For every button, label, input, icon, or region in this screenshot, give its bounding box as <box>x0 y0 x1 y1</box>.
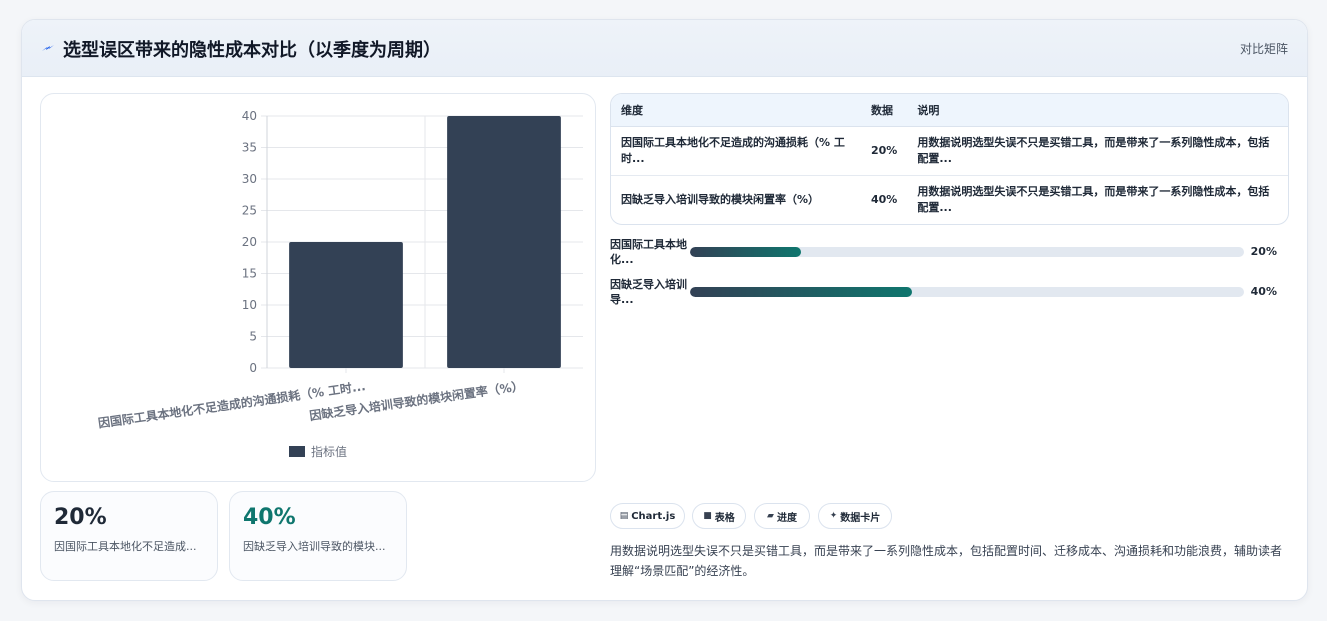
cell-dimension: 因国际工具本地化不足造成的沟通损耗（% 工时... <box>611 126 861 176</box>
view-mode-label[interactable]: 对比矩阵 <box>1240 40 1288 57</box>
y-tick-label: 30 <box>242 172 257 186</box>
y-tick-label: 5 <box>249 330 257 344</box>
cell-dimension: 因缺乏导入培训导致的模块闲置率（%） <box>621 193 820 206</box>
progress-row: 因国际工具本地化... 20% <box>610 237 1287 267</box>
sparkle-icon <box>42 45 54 51</box>
chip-chartjs[interactable]: ▤ Chart.js <box>610 503 685 529</box>
chip-label: 数据卡片 <box>840 512 881 524</box>
progress-label: 因国际工具本地化... <box>610 238 687 266</box>
chip-label: Chart.js <box>631 510 676 522</box>
stat-value: 20% <box>54 505 107 530</box>
progress-fill <box>690 287 912 297</box>
bar <box>447 116 561 368</box>
sparkle-icon: ✦ <box>829 511 838 521</box>
table-row: 因国际工具本地化不足造成的沟通损耗（% 工时... 20% 用数据说明选型失误不… <box>611 126 1288 176</box>
y-tick-label: 40 <box>242 109 257 123</box>
y-tick-label: 10 <box>242 298 257 312</box>
legend-swatch <box>289 446 305 457</box>
progress-track <box>690 247 1244 257</box>
data-table: 维度 数据 说明 因国际工具本地化不足造成的沟通损耗（% 工时... 20% 用… <box>610 93 1289 225</box>
y-tick-label: 15 <box>242 267 257 281</box>
stat-label: 因国际工具本地化不足造成... <box>54 540 197 553</box>
progress-fill <box>690 247 801 257</box>
cell-note: 用数据说明选型失误不只是买错工具，而是带来了一系列隐性成本，包括配置... <box>907 126 1288 176</box>
y-tick-label: 35 <box>242 141 257 155</box>
cell-data: 40% <box>871 193 898 206</box>
stat-label: 因缺乏导入培训导致的模块... <box>243 540 386 553</box>
column-header-dimension: 维度 <box>611 94 861 127</box>
table-icon: ■ <box>703 511 712 521</box>
progress-percent: 40% <box>1250 285 1277 298</box>
y-tick-label: 0 <box>249 361 257 375</box>
y-tick-label: 20 <box>242 235 257 249</box>
cell-note: 用数据说明选型失误不只是买错工具，而是带来了一系列隐性成本，包括配置... <box>917 185 1270 214</box>
chip-label: 进度 <box>776 512 797 524</box>
column-header-data: 数据 <box>861 94 908 127</box>
bar-chart: 0 5 10 15 20 25 30 35 40 因国际工具本地化不足造成的沟通损耗（% 工时..… <box>97 109 583 459</box>
chip-label: 表格 <box>714 512 735 524</box>
main-card: 选型误区带来的隐性成本对比（以季度为周期） 对比矩阵 0 5 10 15 20 25 30 3… <box>21 19 1308 601</box>
chart-icon: ▤ <box>619 511 629 521</box>
chip-table[interactable]: ■ 表格 <box>692 503 746 529</box>
progress-row: 因缺乏导入培训导... 40% <box>610 277 1287 307</box>
progress-label: 因缺乏导入培训导... <box>610 278 687 306</box>
bar-chart-panel: 0 5 10 15 20 25 30 35 40 因国际工具本地化不足造成的沟通损耗（% 工时..… <box>40 93 596 482</box>
legend-label: 指标值 <box>311 444 347 459</box>
bar <box>289 242 403 368</box>
cell-data: 20% <box>861 126 908 176</box>
card-header: 选型误区带来的隐性成本对比（以季度为周期） 对比矩阵 <box>22 20 1307 77</box>
progress-track <box>690 287 1244 297</box>
table-header-row: 维度 数据 说明 <box>611 94 1288 127</box>
stat-card-1: 20% 因国际工具本地化不足造成... <box>40 491 218 581</box>
folder-icon: ▰ <box>767 511 774 521</box>
chip-data-card[interactable]: ✦ 数据卡片 <box>818 503 892 529</box>
progress-percent: 20% <box>1250 245 1277 258</box>
chip-progress[interactable]: ▰ 进度 <box>754 503 810 529</box>
y-tick-label: 25 <box>242 204 257 218</box>
table-row: 因缺乏导入培训导致的模块闲置率（%） 40% 用数据说明选型失误不只是买错工具，… <box>611 176 1288 225</box>
stat-value: 40% <box>243 505 296 530</box>
page-title: 选型误区带来的隐性成本对比（以季度为周期） <box>63 40 441 61</box>
description-text: 用数据说明选型失误不只是买错工具，而是带来了一系列隐性成本，包括配置时间、迁移成… <box>610 544 1283 578</box>
x-tick-label: 因国际工具本地化不足造成的沟通损耗（% 工时... <box>97 378 366 430</box>
column-header-note: 说明 <box>907 94 1288 127</box>
stat-card-2: 40% 因缺乏导入培训导致的模块... <box>229 491 407 581</box>
